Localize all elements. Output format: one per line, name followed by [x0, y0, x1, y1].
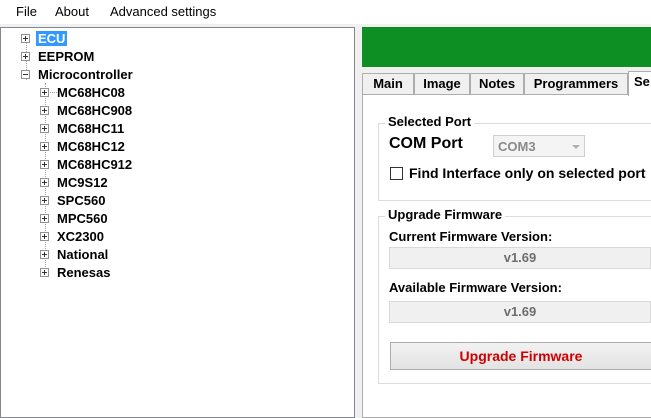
expand-icon[interactable] [40, 88, 49, 97]
available-firmware-label: Available Firmware Version: [389, 280, 562, 295]
tree-node-label: National [57, 247, 109, 262]
com-port-select[interactable]: COM3 [493, 135, 585, 157]
expand-icon[interactable] [40, 232, 49, 241]
tree-node-spc560[interactable]: SPC560 [40, 192, 190, 210]
tab-image[interactable]: Image [414, 73, 470, 95]
com-port-value: COM3 [498, 139, 536, 154]
expand-icon[interactable] [40, 250, 49, 259]
expand-icon[interactable] [40, 178, 49, 187]
expand-icon[interactable] [40, 196, 49, 205]
tree-node-xc2300[interactable]: XC2300 [40, 228, 190, 246]
tree-node-mc68hc908[interactable]: MC68HC908 [40, 102, 190, 120]
status-bar [362, 27, 651, 67]
expand-icon[interactable] [40, 160, 49, 169]
tree-node-label: MC68HC11 [57, 121, 125, 136]
expand-icon[interactable] [21, 52, 30, 61]
upgrade-firmware-title: Upgrade Firmware [385, 207, 506, 222]
tree-node-microcontroller[interactable]: Microcontroller [21, 66, 161, 84]
tree-node-label: MC68HC12 [57, 139, 125, 154]
find-interface-checkbox[interactable] [390, 167, 403, 180]
tree-node-eeprom[interactable]: EEPROM [21, 48, 121, 66]
right-pane: Main Image Notes Programmers Se Selected… [358, 27, 651, 418]
menu-advanced-settings[interactable]: Advanced settings [110, 4, 216, 19]
tree-node-mc68hc12[interactable]: MC68HC12 [40, 138, 190, 156]
expand-icon[interactable] [40, 268, 49, 277]
tree-node-mc68hc08[interactable]: MC68HC08 [40, 84, 190, 102]
tab-programmers[interactable]: Programmers [524, 73, 628, 95]
tree-node-label: XC2300 [57, 229, 104, 244]
expand-icon[interactable] [40, 124, 49, 133]
expand-icon[interactable] [40, 106, 49, 115]
tree-node-mc9s12[interactable]: MC9S12 [40, 174, 190, 192]
current-firmware-label: Current Firmware Version: [389, 229, 553, 244]
tree-node-label: MC68HC912 [57, 157, 133, 172]
find-interface-label: Find Interface only on selected port [409, 165, 646, 181]
current-firmware-field: v1.69 [389, 247, 651, 269]
menu-about[interactable]: About [55, 4, 89, 19]
expand-icon[interactable] [40, 214, 49, 223]
tree-node-label: MC68HC08 [57, 85, 125, 100]
tree-node-mc68hc11[interactable]: MC68HC11 [40, 120, 190, 138]
tree-node-label: MC68HC908 [57, 103, 133, 118]
selected-port-title: Selected Port [385, 114, 475, 129]
tree-node-mc68hc912[interactable]: MC68HC912 [40, 156, 190, 174]
device-tree[interactable]: ECU EEPROM Microcontroller MC68HC08 MC68… [0, 27, 355, 418]
tab-notes[interactable]: Notes [470, 73, 524, 95]
tab-settings[interactable]: Se [628, 71, 651, 96]
tab-page-settings: Selected Port COM Port COM3 Find Interfa… [362, 94, 651, 418]
tree-node-mpc560[interactable]: MPC560 [40, 210, 190, 228]
tree-node-ecu[interactable]: ECU [21, 30, 81, 48]
menu-bar: File About Advanced settings [0, 0, 651, 24]
tree-node-renesas[interactable]: Renesas [40, 264, 190, 282]
tree-node-label: MC9S12 [57, 175, 108, 190]
tree-node-label: ECU [36, 31, 68, 46]
expand-icon[interactable] [40, 142, 49, 151]
tree-node-label: MPC560 [57, 211, 108, 226]
menu-file[interactable]: File [16, 4, 37, 19]
tab-main[interactable]: Main [362, 73, 414, 95]
tree-node-label: SPC560 [57, 193, 106, 208]
tree-node-label: EEPROM [38, 49, 95, 64]
collapse-icon[interactable] [21, 70, 30, 79]
chevron-down-icon [572, 145, 580, 149]
tree-node-label: Renesas [57, 265, 111, 280]
available-firmware-field: v1.69 [389, 301, 651, 323]
tree-node-national[interactable]: National [40, 246, 190, 264]
upgrade-firmware-button[interactable]: Upgrade Firmware [390, 342, 651, 370]
tree-node-label: Microcontroller [38, 67, 133, 82]
com-port-label: COM Port [389, 135, 463, 152]
expand-icon[interactable] [21, 34, 30, 43]
